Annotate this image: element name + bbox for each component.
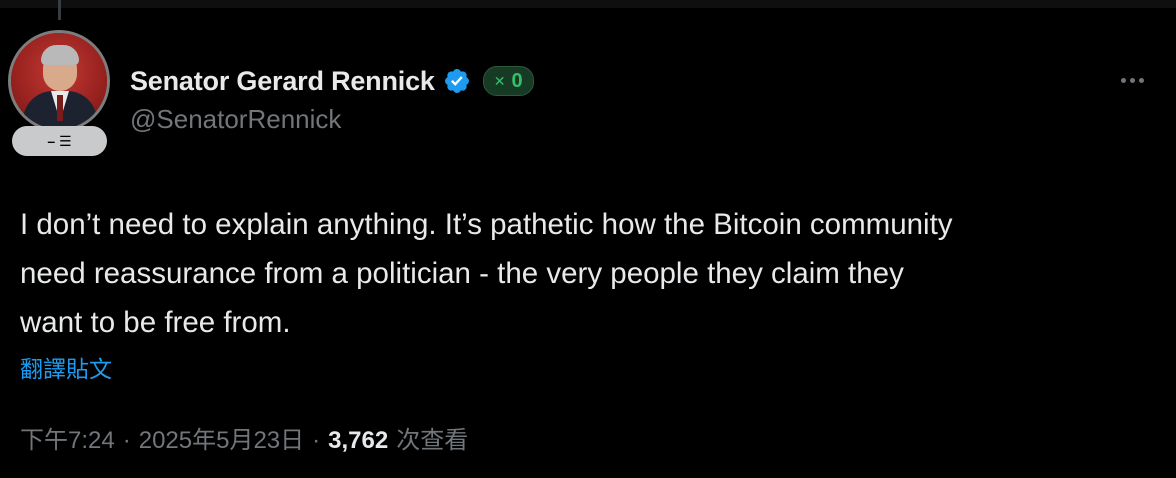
avatar-container[interactable] xyxy=(8,30,110,132)
tweet-time[interactable]: 下午7:24 xyxy=(20,420,115,455)
tweet-date[interactable]: 2025年5月23日 xyxy=(139,420,304,455)
avatar[interactable] xyxy=(8,30,110,132)
tweet-text: I don’t need to explain anything. It’s p… xyxy=(20,208,953,339)
author-handle[interactable]: @SenatorRennick xyxy=(130,104,341,135)
author-name-row: Senator Gerard Rennick ✕ 0 xyxy=(130,62,534,100)
view-count[interactable]: 3,762 xyxy=(328,427,388,455)
meta-separator: · xyxy=(122,427,131,454)
profile-badge[interactable]: – ☰ xyxy=(12,126,107,156)
tweet-meta: 下午7:24 · 2025年5月23日 · 3,762 次查看 xyxy=(20,420,468,455)
thread-connector-line xyxy=(58,0,61,20)
score-x-icon: ✕ xyxy=(493,72,506,89)
author-display-name[interactable]: Senator Gerard Rennick xyxy=(130,66,435,97)
more-dot xyxy=(1138,77,1144,83)
translate-post-link[interactable]: 翻譯貼文 xyxy=(20,350,112,384)
more-dot xyxy=(1120,77,1126,83)
meta-separator: · xyxy=(312,427,321,454)
verified-badge-icon[interactable] xyxy=(443,67,471,95)
profile-badge-label: – ☰ xyxy=(47,132,72,149)
avatar-tie xyxy=(57,95,63,121)
score-value: 0 xyxy=(511,69,523,92)
avatar-hair xyxy=(41,45,79,65)
more-options-icon[interactable] xyxy=(1114,66,1150,94)
score-pill[interactable]: ✕ 0 xyxy=(482,66,534,96)
top-strip xyxy=(0,0,1176,8)
view-count-label: 次查看 xyxy=(396,427,469,454)
more-dot xyxy=(1129,77,1135,83)
